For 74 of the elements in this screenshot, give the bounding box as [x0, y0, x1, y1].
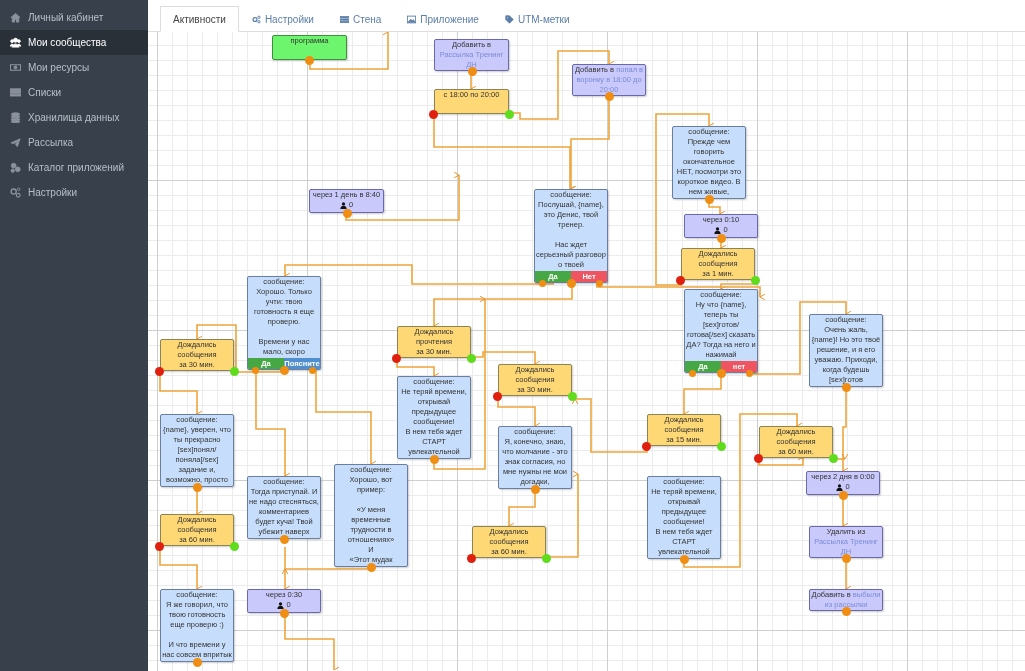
port-dot[interactable]	[746, 370, 753, 377]
tab[interactable]: Активности	[160, 6, 239, 32]
port-dot[interactable]	[252, 367, 259, 374]
port-dot[interactable]	[193, 483, 202, 492]
port-dot[interactable]	[642, 442, 651, 451]
port-dot[interactable]	[842, 383, 851, 392]
port-dot[interactable]	[542, 554, 551, 563]
port-dot[interactable]	[680, 555, 689, 564]
port-dot[interactable]	[305, 56, 314, 65]
home-icon	[10, 12, 21, 23]
sidebar-item[interactable]: Личный кабинет	[0, 5, 148, 30]
port-dot[interactable]	[193, 658, 202, 667]
port-dot[interactable]	[230, 542, 239, 551]
port-dot[interactable]	[429, 110, 438, 119]
port-dot[interactable]	[342, 209, 352, 218]
port-dot[interactable]	[754, 454, 763, 463]
port-dot[interactable]	[155, 367, 164, 376]
port-dot[interactable]	[567, 279, 576, 288]
gears-icon	[251, 14, 261, 24]
list-icon	[10, 87, 21, 98]
sidebar-item[interactable]: Хранилища данных	[0, 105, 148, 130]
sidebar-item[interactable]: Настройки	[0, 180, 148, 205]
port-dot[interactable]	[367, 563, 376, 572]
port-dot[interactable]	[717, 442, 726, 451]
tab[interactable]: Настройки	[238, 6, 327, 32]
port-dot[interactable]	[430, 455, 439, 464]
port-dot[interactable]	[596, 280, 603, 287]
port-dot[interactable]	[839, 491, 848, 500]
port-dot[interactable]	[829, 454, 838, 463]
tab[interactable]: Стена	[326, 6, 395, 32]
sidebar-item[interactable]: Мои сообщества	[0, 30, 148, 55]
tag-icon	[504, 14, 514, 24]
port-dot[interactable]	[505, 110, 514, 119]
port-dot[interactable]	[467, 554, 476, 563]
port-dot[interactable]	[676, 276, 685, 285]
money-icon	[10, 62, 21, 73]
port-dot[interactable]	[605, 92, 614, 101]
port-dot[interactable]	[155, 542, 164, 551]
port-dot[interactable]	[230, 367, 239, 376]
person-icon	[339, 201, 347, 209]
person-icon	[277, 601, 285, 609]
list-icon	[339, 14, 349, 24]
port-dot[interactable]	[751, 276, 760, 285]
sidebar-item[interactable]: Мои ресурсы	[0, 55, 148, 80]
port-dot[interactable]	[531, 485, 540, 494]
port-dot[interactable]	[280, 366, 289, 375]
apps-icon	[10, 162, 21, 173]
port-dot[interactable]	[467, 67, 477, 76]
person-icon	[836, 483, 844, 491]
plane-icon	[10, 137, 21, 148]
port-dot[interactable]	[689, 370, 696, 377]
sidebar-item[interactable]: Рассылка	[0, 130, 148, 155]
sidebar-item[interactable]: Каталог приложений	[0, 155, 148, 180]
port-dot[interactable]	[280, 535, 289, 544]
port-dot[interactable]	[568, 392, 577, 401]
tab[interactable]: UTM-метки	[491, 6, 583, 32]
image-icon	[407, 14, 417, 24]
gears-icon	[10, 187, 21, 198]
port-dot[interactable]	[493, 392, 502, 401]
port-dot[interactable]	[392, 354, 401, 363]
port-dot[interactable]	[717, 234, 726, 243]
port-dot[interactable]	[842, 554, 851, 563]
person-icon	[714, 226, 722, 234]
port-dot[interactable]	[705, 195, 714, 204]
port-dot[interactable]	[842, 607, 851, 616]
tab[interactable]: Приложение	[394, 6, 492, 32]
port-dot[interactable]	[280, 609, 289, 618]
sidebar-item[interactable]: Списки	[0, 80, 148, 105]
db-icon	[10, 112, 21, 123]
port-dot[interactable]	[467, 354, 476, 363]
users-icon	[10, 37, 21, 48]
port-dot[interactable]	[717, 369, 726, 378]
port-dot[interactable]	[309, 367, 316, 374]
port-dot[interactable]	[539, 280, 546, 287]
